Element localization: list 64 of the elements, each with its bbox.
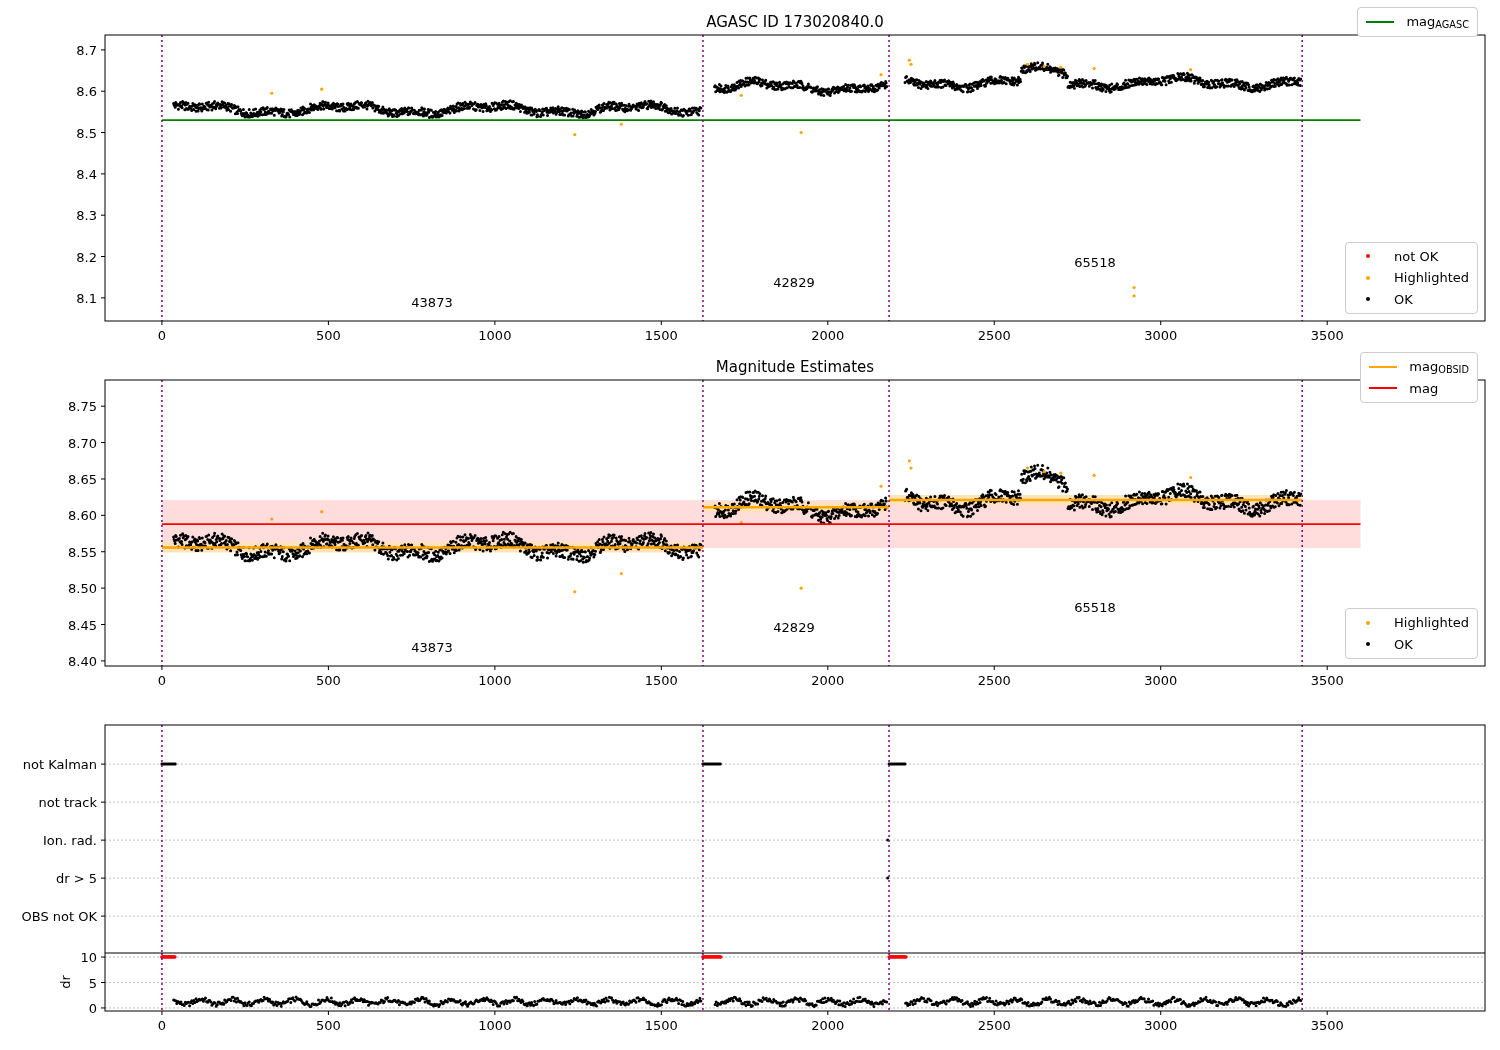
y-tick-label: 8.7 bbox=[76, 42, 97, 58]
x-tick-label: 0 bbox=[157, 328, 167, 343]
x-tick-label: 0 bbox=[157, 1018, 167, 1033]
y-tick-label: 8.65 bbox=[68, 471, 97, 487]
y-tick-label: dr > 5 bbox=[55, 871, 97, 887]
legend-label: mag$_{OBSID}$ bbox=[1409, 358, 1469, 377]
legend-label: mag$_{AGASC}$ bbox=[1406, 13, 1469, 32]
y-tick-label: 8.50 bbox=[68, 581, 97, 597]
obsid-label: 65518 bbox=[1074, 600, 1116, 615]
y-tick-label: 8.3 bbox=[76, 208, 97, 224]
obsid-label: 43873 bbox=[411, 295, 453, 310]
x-tick-label: 3000 bbox=[1144, 673, 1178, 688]
x-tick-label: 2000 bbox=[811, 328, 845, 343]
x-tick-label: 1500 bbox=[644, 328, 678, 343]
legend-label: mag bbox=[1409, 379, 1439, 398]
y-tick-label: OBS not OK bbox=[21, 909, 97, 925]
chart-title: Magnitude Estimates bbox=[715, 358, 875, 376]
obsid-label: 43873 bbox=[411, 640, 453, 655]
legend-label: not OK bbox=[1394, 247, 1439, 266]
chart-title: AGASC ID 173020840.0 bbox=[706, 13, 884, 31]
x-tick-label: 3500 bbox=[1310, 673, 1344, 688]
y-tick-label: 8.75 bbox=[68, 399, 97, 415]
x-tick-label: 3500 bbox=[1310, 1018, 1344, 1033]
y-tick-label: 8.2 bbox=[76, 249, 97, 265]
x-tick-label: 1000 bbox=[478, 1018, 512, 1033]
x-tick-label: 2500 bbox=[977, 673, 1011, 688]
x-tick-label: 3000 bbox=[1144, 1018, 1178, 1033]
legend-label: Highlighted bbox=[1394, 269, 1469, 287]
legend-label: Highlighted bbox=[1394, 614, 1469, 632]
y-tick-label: 8.45 bbox=[68, 617, 97, 633]
y-tick-label: 8.70 bbox=[68, 435, 97, 451]
y-tick-label: 8.55 bbox=[68, 544, 97, 560]
x-tick-label: 2500 bbox=[977, 328, 1011, 343]
obsid-label: 65518 bbox=[1074, 255, 1116, 270]
y-tick-label: 0 bbox=[88, 1000, 97, 1016]
y-tick-label: 5 bbox=[88, 975, 97, 991]
obsid-label: 42829 bbox=[773, 275, 815, 290]
y-tick-label: 8.1 bbox=[76, 290, 97, 306]
x-tick-label: 3500 bbox=[1310, 328, 1344, 343]
y-tick-label: 10 bbox=[80, 953, 97, 966]
x-tick-label: 1500 bbox=[644, 673, 678, 688]
x-tick-label: 1000 bbox=[478, 328, 512, 343]
y-axis-label: dr bbox=[58, 975, 73, 989]
x-tick-label: 0 bbox=[157, 673, 167, 688]
x-tick-label: 1500 bbox=[644, 1018, 678, 1033]
y-tick-label: 8.40 bbox=[68, 653, 97, 669]
y-tick-label: Ion. rad. bbox=[43, 833, 97, 849]
y-tick-label: 8.6 bbox=[76, 84, 97, 100]
obsid-label: 42829 bbox=[773, 620, 815, 635]
x-tick-label: 3000 bbox=[1144, 328, 1178, 343]
x-tick-label: 500 bbox=[316, 328, 341, 343]
x-tick-label: 1000 bbox=[478, 673, 512, 688]
x-tick-label: 2000 bbox=[811, 673, 845, 688]
x-tick-label: 2000 bbox=[811, 1018, 845, 1033]
legend-label: OK bbox=[1394, 635, 1413, 654]
x-tick-label: 2500 bbox=[977, 1018, 1011, 1033]
x-tick-label: 500 bbox=[316, 1018, 341, 1033]
y-tick-label: 8.5 bbox=[76, 125, 97, 141]
y-tick-label: 8.60 bbox=[68, 508, 97, 524]
y-tick-label: not track bbox=[38, 795, 97, 811]
y-tick-label: not Kalman bbox=[22, 757, 97, 773]
x-tick-label: 500 bbox=[316, 673, 341, 688]
y-tick-label: 8.4 bbox=[76, 166, 97, 182]
legend-label: OK bbox=[1394, 290, 1413, 309]
